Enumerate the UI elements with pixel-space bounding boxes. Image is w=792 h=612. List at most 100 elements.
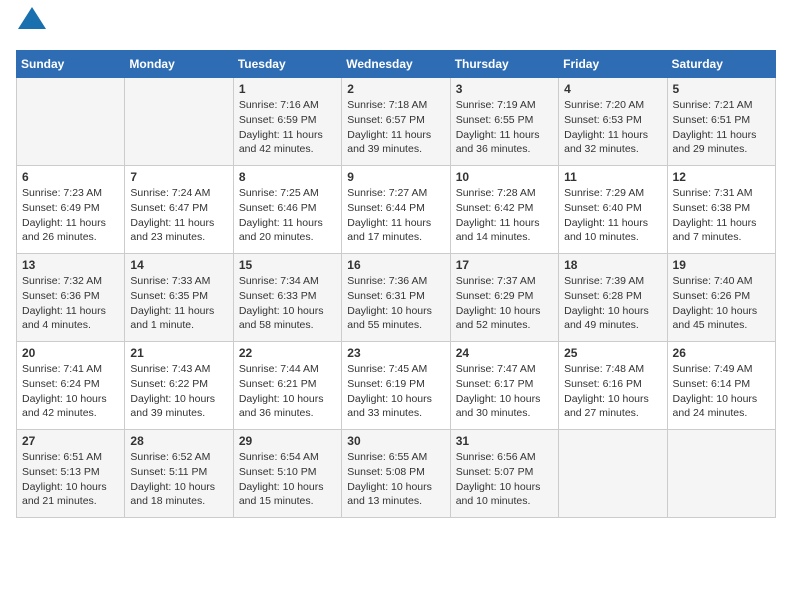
calendar-cell: 8 Sunrise: 7:25 AM Sunset: 6:46 PM Daylig…: [233, 166, 341, 254]
day-number: 18: [564, 258, 661, 272]
day-number: 8: [239, 170, 336, 184]
calendar-cell: 5Sunrise: 7:21 AM Sunset: 6:51 PM Daylig…: [667, 78, 775, 166]
day-number: 28: [130, 434, 227, 448]
calendar-cell: 12 Sunrise: 7:31 AM Sunset: 6:38 PM Dayli…: [667, 166, 775, 254]
calendar-cell: 18 Sunrise: 7:39 AM Sunset: 6:28 PM Dayli…: [559, 254, 667, 342]
week-row: 20 Sunrise: 7:41 AM Sunset: 6:24 PM Dayli…: [17, 342, 776, 430]
calendar-table: SundayMondayTuesdayWednesdayThursdayFrid…: [16, 50, 776, 518]
day-detail: Sunrise: 7:47 AM Sunset: 6:17 PM Dayligh…: [456, 362, 553, 421]
day-number: 24: [456, 346, 553, 360]
calendar-cell: 10 Sunrise: 7:28 AM Sunset: 6:42 PM Dayli…: [450, 166, 558, 254]
calendar-cell: 14 Sunrise: 7:33 AM Sunset: 6:35 PM Dayli…: [125, 254, 233, 342]
calendar-cell: 13 Sunrise: 7:32 AM Sunset: 6:36 PM Dayli…: [17, 254, 125, 342]
day-number: 26: [673, 346, 770, 360]
day-detail: Sunrise: 6:51 AM Sunset: 5:13 PM Dayligh…: [22, 450, 119, 509]
day-detail: Sunrise: 7:43 AM Sunset: 6:22 PM Dayligh…: [130, 362, 227, 421]
day-number: 14: [130, 258, 227, 272]
day-number: 21: [130, 346, 227, 360]
logo-icon: [18, 7, 46, 29]
calendar-cell: [17, 78, 125, 166]
header-cell-saturday: Saturday: [667, 51, 775, 78]
day-detail: Sunrise: 6:55 AM Sunset: 5:08 PM Dayligh…: [347, 450, 444, 509]
week-row: 13 Sunrise: 7:32 AM Sunset: 6:36 PM Dayli…: [17, 254, 776, 342]
logo: [16, 16, 46, 40]
calendar-cell: 4 Sunrise: 7:20 AM Sunset: 6:53 PM Daylig…: [559, 78, 667, 166]
day-detail: Sunrise: 7:28 AM Sunset: 6:42 PM Dayligh…: [456, 186, 553, 245]
day-number: 16: [347, 258, 444, 272]
day-detail: Sunrise: 7:36 AM Sunset: 6:31 PM Dayligh…: [347, 274, 444, 333]
day-number: 30: [347, 434, 444, 448]
calendar-cell: 17 Sunrise: 7:37 AM Sunset: 6:29 PM Dayli…: [450, 254, 558, 342]
calendar-cell: [667, 430, 775, 518]
calendar-cell: 23 Sunrise: 7:45 AM Sunset: 6:19 PM Dayli…: [342, 342, 450, 430]
day-number: 10: [456, 170, 553, 184]
calendar-cell: 30 Sunrise: 6:55 AM Sunset: 5:08 PM Dayli…: [342, 430, 450, 518]
week-row: 6 Sunrise: 7:23 AM Sunset: 6:49 PM Daylig…: [17, 166, 776, 254]
calendar-cell: [125, 78, 233, 166]
day-number: 1: [239, 82, 336, 96]
calendar-cell: 3Sunrise: 7:19 AM Sunset: 6:55 PM Daylig…: [450, 78, 558, 166]
day-detail: Sunrise: 7:34 AM Sunset: 6:33 PM Dayligh…: [239, 274, 336, 333]
day-number: 4: [564, 82, 661, 96]
calendar-cell: 25Sunrise: 7:48 AM Sunset: 6:16 PM Dayli…: [559, 342, 667, 430]
header-cell-thursday: Thursday: [450, 51, 558, 78]
calendar-cell: 19 Sunrise: 7:40 AM Sunset: 6:26 PM Dayli…: [667, 254, 775, 342]
day-number: 12: [673, 170, 770, 184]
calendar-cell: 15 Sunrise: 7:34 AM Sunset: 6:33 PM Dayli…: [233, 254, 341, 342]
day-detail: Sunrise: 7:24 AM Sunset: 6:47 PM Dayligh…: [130, 186, 227, 245]
day-detail: Sunrise: 7:23 AM Sunset: 6:49 PM Dayligh…: [22, 186, 119, 245]
header-cell-tuesday: Tuesday: [233, 51, 341, 78]
calendar-cell: 24 Sunrise: 7:47 AM Sunset: 6:17 PM Dayli…: [450, 342, 558, 430]
day-detail: Sunrise: 7:49 AM Sunset: 6:14 PM Dayligh…: [673, 362, 770, 421]
day-number: 15: [239, 258, 336, 272]
day-detail: Sunrise: 7:31 AM Sunset: 6:38 PM Dayligh…: [673, 186, 770, 245]
week-row: 27 Sunrise: 6:51 AM Sunset: 5:13 PM Dayli…: [17, 430, 776, 518]
day-number: 17: [456, 258, 553, 272]
header-cell-monday: Monday: [125, 51, 233, 78]
calendar-cell: 16 Sunrise: 7:36 AM Sunset: 6:31 PM Dayli…: [342, 254, 450, 342]
day-detail: Sunrise: 7:25 AM Sunset: 6:46 PM Dayligh…: [239, 186, 336, 245]
day-detail: Sunrise: 6:52 AM Sunset: 5:11 PM Dayligh…: [130, 450, 227, 509]
day-detail: Sunrise: 7:20 AM Sunset: 6:53 PM Dayligh…: [564, 98, 661, 157]
calendar-cell: 28 Sunrise: 6:52 AM Sunset: 5:11 PM Dayli…: [125, 430, 233, 518]
day-number: 3: [456, 82, 553, 96]
day-number: 11: [564, 170, 661, 184]
header-cell-sunday: Sunday: [17, 51, 125, 78]
week-row: 1 Sunrise: 7:16 AM Sunset: 6:59 PM Daylig…: [17, 78, 776, 166]
day-number: 13: [22, 258, 119, 272]
header-cell-wednesday: Wednesday: [342, 51, 450, 78]
day-number: 31: [456, 434, 553, 448]
day-detail: Sunrise: 7:32 AM Sunset: 6:36 PM Dayligh…: [22, 274, 119, 333]
day-detail: Sunrise: 7:37 AM Sunset: 6:29 PM Dayligh…: [456, 274, 553, 333]
day-number: 19: [673, 258, 770, 272]
day-number: 7: [130, 170, 227, 184]
calendar-cell: 26 Sunrise: 7:49 AM Sunset: 6:14 PM Dayli…: [667, 342, 775, 430]
calendar-cell: 21 Sunrise: 7:43 AM Sunset: 6:22 PM Dayli…: [125, 342, 233, 430]
day-number: 22: [239, 346, 336, 360]
day-number: 20: [22, 346, 119, 360]
day-detail: Sunrise: 7:33 AM Sunset: 6:35 PM Dayligh…: [130, 274, 227, 333]
day-number: 23: [347, 346, 444, 360]
day-number: 27: [22, 434, 119, 448]
day-detail: Sunrise: 7:45 AM Sunset: 6:19 PM Dayligh…: [347, 362, 444, 421]
day-number: 5: [673, 82, 770, 96]
day-detail: Sunrise: 7:41 AM Sunset: 6:24 PM Dayligh…: [22, 362, 119, 421]
day-number: 25: [564, 346, 661, 360]
day-detail: Sunrise: 7:27 AM Sunset: 6:44 PM Dayligh…: [347, 186, 444, 245]
day-detail: Sunrise: 7:29 AM Sunset: 6:40 PM Dayligh…: [564, 186, 661, 245]
calendar-cell: 22Sunrise: 7:44 AM Sunset: 6:21 PM Dayli…: [233, 342, 341, 430]
calendar-cell: 29Sunrise: 6:54 AM Sunset: 5:10 PM Dayli…: [233, 430, 341, 518]
day-number: 6: [22, 170, 119, 184]
calendar-cell: 6 Sunrise: 7:23 AM Sunset: 6:49 PM Daylig…: [17, 166, 125, 254]
day-detail: Sunrise: 7:40 AM Sunset: 6:26 PM Dayligh…: [673, 274, 770, 333]
calendar-cell: 31 Sunrise: 6:56 AM Sunset: 5:07 PM Dayli…: [450, 430, 558, 518]
day-detail: Sunrise: 7:39 AM Sunset: 6:28 PM Dayligh…: [564, 274, 661, 333]
day-number: 9: [347, 170, 444, 184]
calendar-cell: 27 Sunrise: 6:51 AM Sunset: 5:13 PM Dayli…: [17, 430, 125, 518]
calendar-cell: 1 Sunrise: 7:16 AM Sunset: 6:59 PM Daylig…: [233, 78, 341, 166]
day-number: 29: [239, 434, 336, 448]
day-detail: Sunrise: 7:16 AM Sunset: 6:59 PM Dayligh…: [239, 98, 336, 157]
day-detail: Sunrise: 6:56 AM Sunset: 5:07 PM Dayligh…: [456, 450, 553, 509]
calendar-cell: 11 Sunrise: 7:29 AM Sunset: 6:40 PM Dayli…: [559, 166, 667, 254]
calendar-cell: 7 Sunrise: 7:24 AM Sunset: 6:47 PM Daylig…: [125, 166, 233, 254]
